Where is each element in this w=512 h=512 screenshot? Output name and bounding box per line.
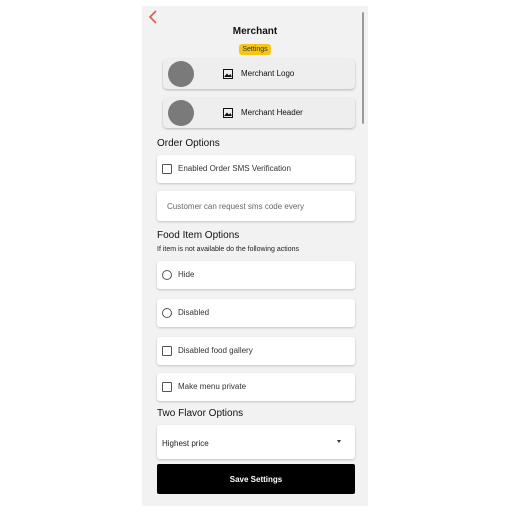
disabled-radio[interactable] <box>162 308 172 318</box>
make-menu-private-row[interactable]: Make menu private <box>157 373 355 401</box>
merchant-logo-card[interactable]: Merchant Logo <box>163 59 355 89</box>
sms-verification-checkbox[interactable] <box>162 164 172 174</box>
hide-label: Hide <box>178 270 195 279</box>
hide-option-row[interactable]: Hide <box>157 261 355 289</box>
image-icon <box>223 108 233 118</box>
logo-avatar <box>168 61 194 87</box>
make-menu-private-label: Make menu private <box>178 382 247 391</box>
settings-badge: Settings <box>239 44 271 55</box>
merchant-header-label: Merchant Header <box>241 108 303 117</box>
merchant-header-card[interactable]: Merchant Header <box>163 98 355 128</box>
disabled-food-gallery-label: Disabled food gallery <box>178 346 253 355</box>
disabled-food-gallery-row[interactable]: Disabled food gallery <box>157 337 355 365</box>
make-menu-private-checkbox[interactable] <box>162 382 172 392</box>
page-badge-wrap: Settings <box>142 38 368 56</box>
disabled-food-gallery-checkbox[interactable] <box>162 346 172 356</box>
merchant-logo-label: Merchant Logo <box>241 69 295 78</box>
image-icon <box>223 69 233 79</box>
sms-verification-row[interactable]: Enabled Order SMS Verification <box>157 155 355 183</box>
disabled-option-row[interactable]: Disabled <box>157 299 355 327</box>
hide-radio[interactable] <box>162 270 172 280</box>
sms-request-input[interactable]: Customer can request sms code every <box>157 191 355 221</box>
page-title: Merchant <box>232 26 278 37</box>
two-flavor-selected-value: Highest price <box>162 439 209 448</box>
disabled-label: Disabled <box>178 308 210 317</box>
sms-request-placeholder: Customer can request sms code every <box>167 202 304 211</box>
sms-verification-label: Enabled Order SMS Verification <box>178 164 291 173</box>
two-flavor-options-heading: Two Flavor Options <box>157 408 244 419</box>
caret-down-icon <box>337 440 341 443</box>
food-item-options-subheading: If item is not available do the followin… <box>157 246 300 253</box>
two-flavor-select[interactable]: Highest price <box>157 425 355 459</box>
chevron-left-icon <box>148 10 157 24</box>
save-settings-button[interactable]: Save Settings <box>157 464 355 494</box>
food-item-options-heading: Food Item Options <box>157 230 240 241</box>
order-options-heading: Order Options <box>157 138 220 149</box>
header-avatar <box>168 100 194 126</box>
